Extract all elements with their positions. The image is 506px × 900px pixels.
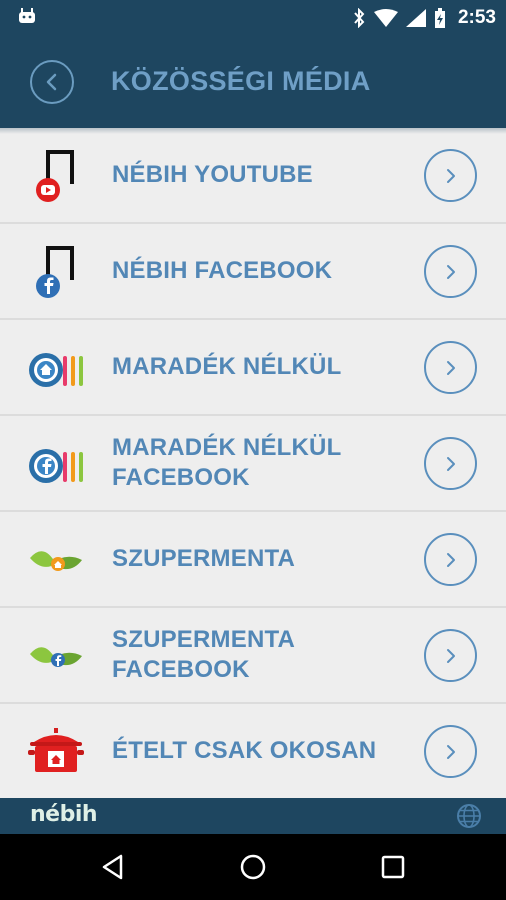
social-media-list: NÉBIH YOUTUBE NÉBIH FACEBOOK MARADÉK NÉL…	[0, 128, 506, 800]
list-item-label: MARADÉK NÉLKÜL FACEBOOK	[112, 434, 342, 491]
szupermenta-logo-icon	[30, 551, 82, 571]
list-item-label: SZUPERMENTA FACEBOOK	[112, 626, 295, 683]
list-item-szupermenta-facebook[interactable]: SZUPERMENTA FACEBOOK	[0, 608, 506, 704]
recents-square-icon[interactable]	[377, 851, 409, 883]
list-item-label: SZUPERMENTA	[112, 545, 296, 572]
nebih-logo: nébih	[30, 802, 98, 827]
home-circle-icon[interactable]	[237, 851, 269, 883]
list-item-nebih-youtube[interactable]: NÉBIH YOUTUBE	[0, 128, 506, 224]
system-nav-bar	[0, 834, 506, 900]
list-item-label: MARADÉK NÉLKÜL	[112, 353, 342, 380]
list-item-label: NÉBIH FACEBOOK	[112, 257, 333, 284]
android-icon	[19, 8, 35, 23]
list-item-label: ÉTELT CSAK OKOSAN	[112, 737, 377, 764]
nebih-facebook-logo-icon	[36, 246, 74, 298]
footer-bar: nébih	[0, 798, 506, 834]
open-button[interactable]	[424, 725, 477, 778]
bluetooth-icon	[354, 8, 365, 28]
page-title: KÖZÖSSÉGI MÉDIA	[111, 66, 371, 96]
chevron-right-icon	[446, 648, 455, 663]
list-item-maradek-nelkul-facebook[interactable]: MARADÉK NÉLKÜL FACEBOOK	[0, 416, 506, 512]
nebih-youtube-logo-icon	[36, 150, 74, 202]
open-button[interactable]	[424, 149, 477, 202]
globe-icon[interactable]	[456, 803, 482, 829]
chevron-right-icon	[446, 360, 455, 375]
list-item-szupermenta[interactable]: SZUPERMENTA	[0, 512, 506, 608]
open-button[interactable]	[424, 437, 477, 490]
battery-icon	[434, 8, 445, 28]
chevron-left-icon	[46, 73, 57, 91]
back-button[interactable]	[30, 60, 74, 104]
etelt-csak-okosan-logo-icon	[28, 728, 84, 772]
szupermenta-facebook-logo-icon	[30, 647, 82, 667]
chevron-right-icon	[446, 744, 455, 759]
wifi-icon	[373, 9, 398, 27]
signal-icon	[405, 9, 426, 27]
chevron-right-icon	[446, 168, 455, 183]
status-bar: 2:53	[0, 0, 506, 36]
open-button[interactable]	[424, 245, 477, 298]
maradek-nelkul-logo-icon	[29, 353, 83, 387]
open-button[interactable]	[424, 533, 477, 586]
chevron-right-icon	[446, 456, 455, 471]
chevron-right-icon	[446, 264, 455, 279]
status-clock: 2:53	[457, 7, 496, 28]
open-button[interactable]	[424, 341, 477, 394]
list-item-etelt-csak-okosan[interactable]: ÉTELT CSAK OKOSAN	[0, 704, 506, 800]
list-item-label: NÉBIH YOUTUBE	[112, 161, 313, 188]
maradek-nelkul-facebook-logo-icon	[29, 449, 83, 483]
back-triangle-icon[interactable]	[98, 851, 130, 883]
list-item-nebih-facebook[interactable]: NÉBIH FACEBOOK	[0, 224, 506, 320]
app-bar-shadow	[0, 128, 506, 134]
list-item-maradek-nelkul[interactable]: MARADÉK NÉLKÜL	[0, 320, 506, 416]
chevron-right-icon	[446, 552, 455, 567]
open-button[interactable]	[424, 629, 477, 682]
app-bar: KÖZÖSSÉGI MÉDIA	[0, 36, 506, 128]
